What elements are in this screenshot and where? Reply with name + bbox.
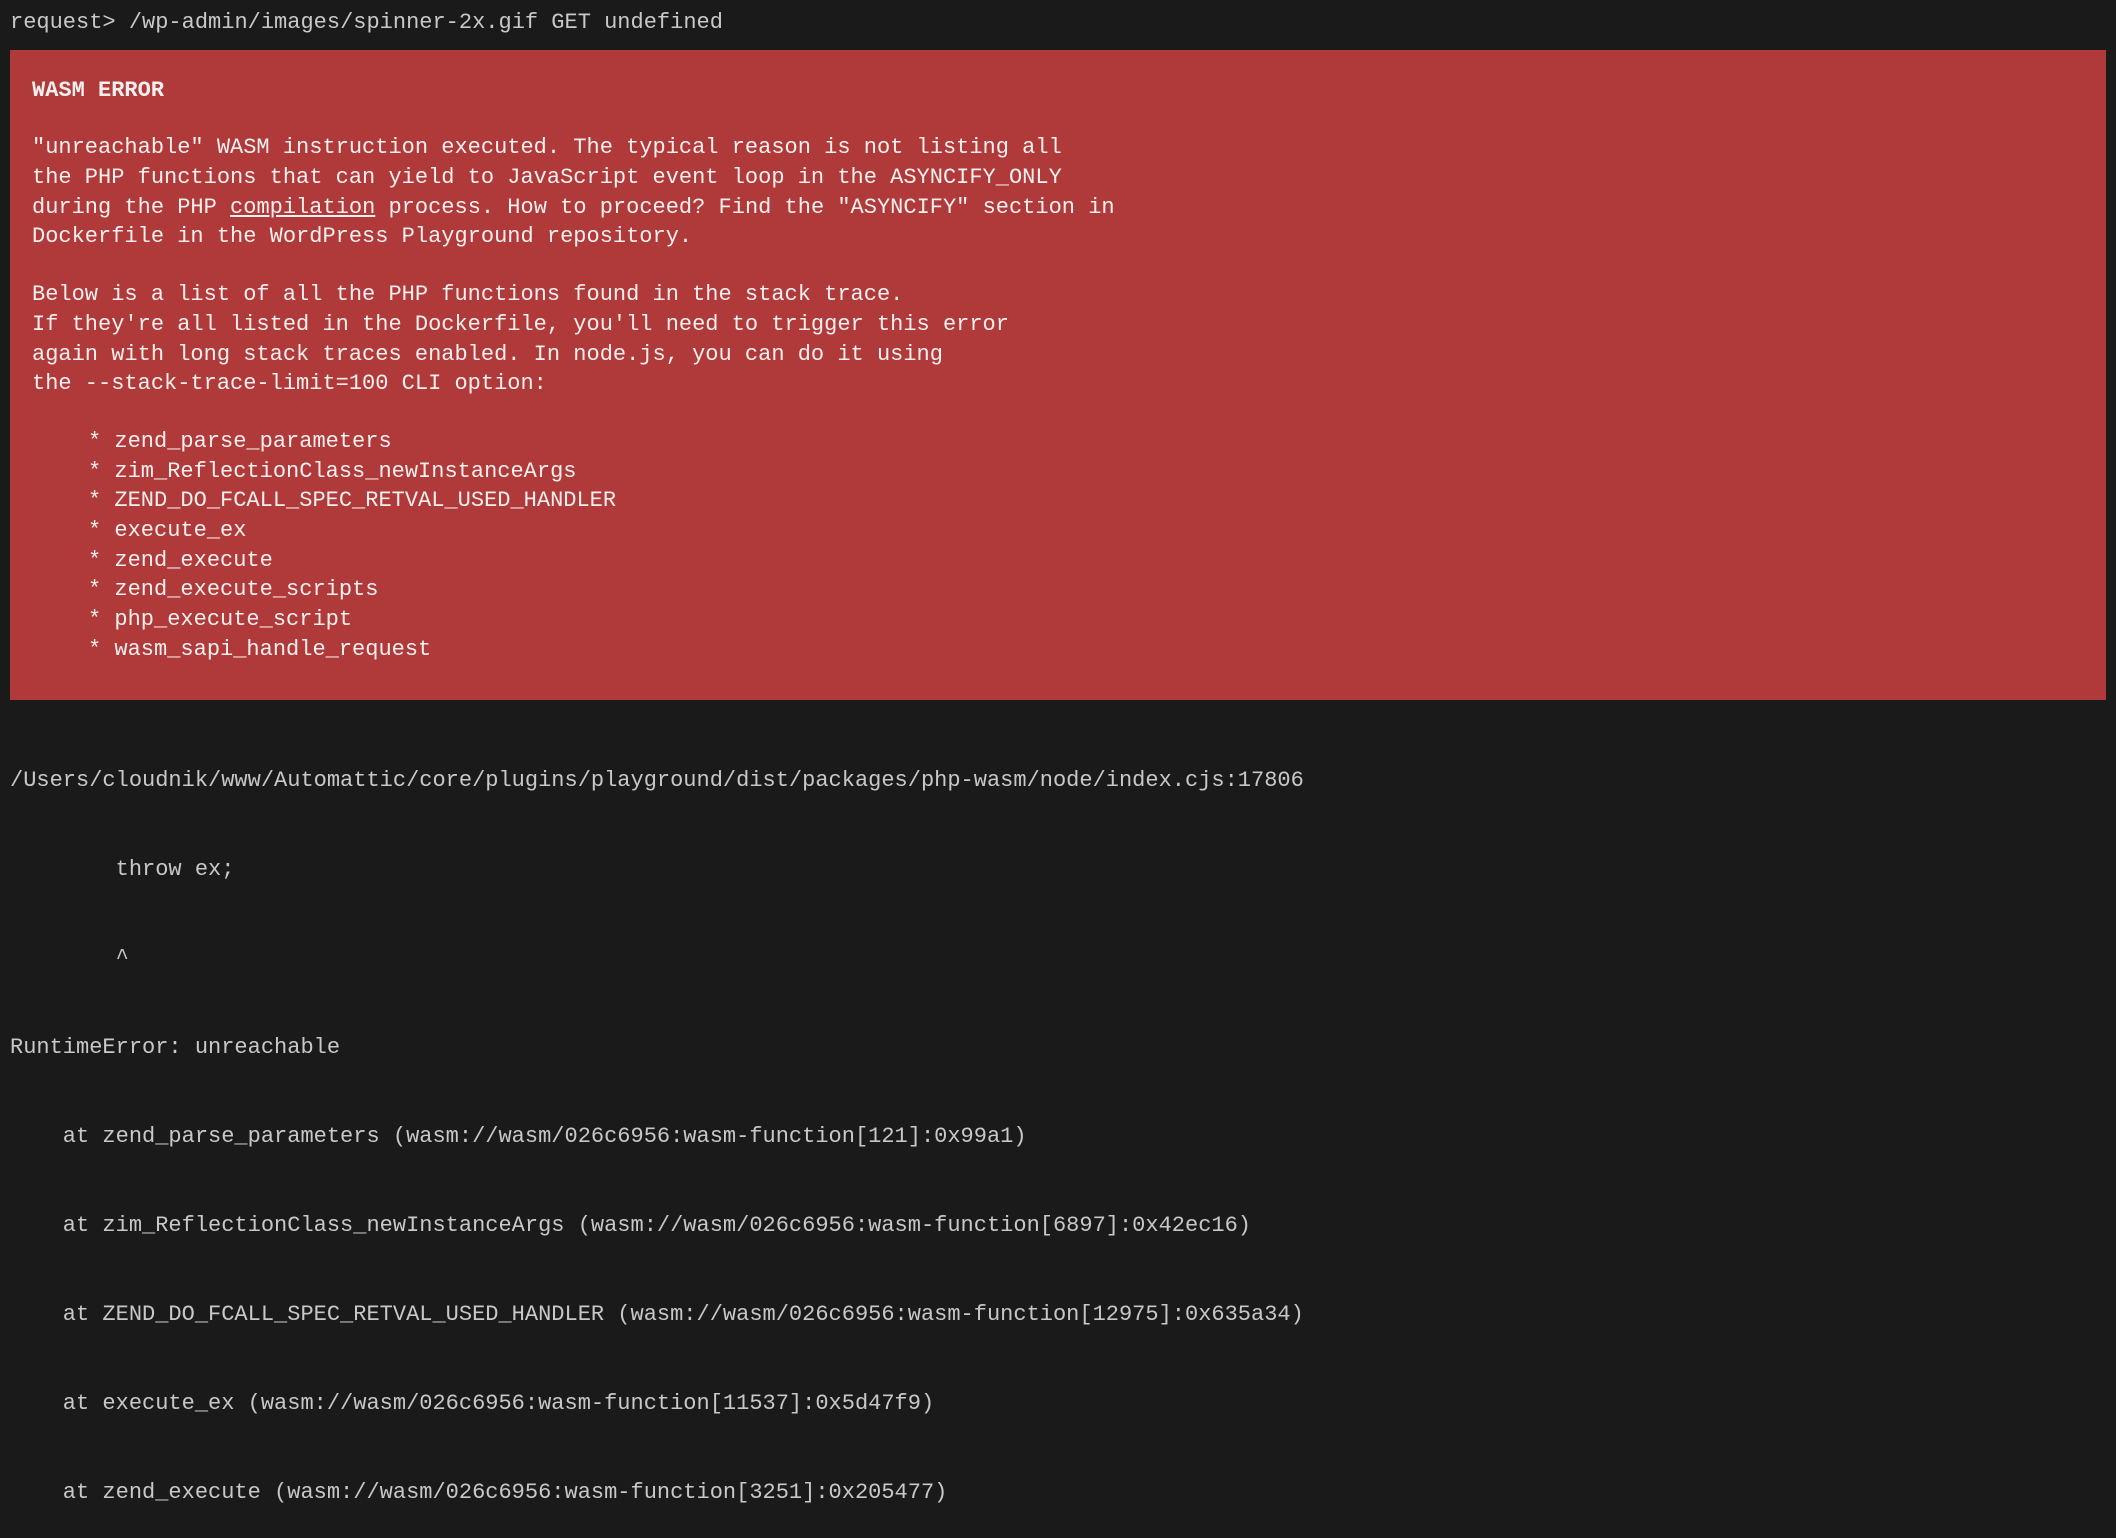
error-function-item: zend_execute_scripts [88,575,2084,605]
error-function-item: zim_ReflectionClass_newInstanceArgs [88,457,2084,487]
wasm-error-box: WASM ERROR "unreachable" WASM instructio… [10,50,2106,701]
stack-file-line: /Users/cloudnik/www/Automattic/core/plug… [10,766,2106,796]
error-functions-list: zend_parse_parameters zim_ReflectionClas… [32,427,2084,665]
error-function-item: ZEND_DO_FCALL_SPEC_RETVAL_USED_HANDLER [88,486,2084,516]
stack-throw-line: throw ex; [10,855,2106,885]
error-function-item: zend_parse_parameters [88,427,2084,457]
error-title: WASM ERROR [32,76,2084,106]
stack-frame: at zend_execute (wasm://wasm/026c6956:wa… [10,1478,2106,1508]
compilation-link[interactable]: compilation [230,195,375,220]
request-line: request> /wp-admin/images/spinner-2x.gif… [0,0,2116,50]
error-function-item: php_execute_script [88,605,2084,635]
error-paragraph-2: Below is a list of all the PHP functions… [32,280,2084,399]
stack-frame: at zend_parse_parameters (wasm://wasm/02… [10,1122,2106,1152]
stack-caret-line: ^ [10,944,2106,974]
runtime-error-line: RuntimeError: unreachable [10,1033,2106,1063]
stack-frame: at zim_ReflectionClass_newInstanceArgs (… [10,1211,2106,1241]
stack-frame: at execute_ex (wasm://wasm/026c6956:wasm… [10,1389,2106,1419]
stack-frame: at ZEND_DO_FCALL_SPEC_RETVAL_USED_HANDLE… [10,1300,2106,1330]
error-function-item: zend_execute [88,546,2084,576]
error-paragraph-1: "unreachable" WASM instruction executed.… [32,133,2084,252]
error-function-item: wasm_sapi_handle_request [88,635,2084,665]
request-prefix: request> [10,10,129,35]
request-path: /wp-admin/images/spinner-2x.gif GET unde… [129,10,723,35]
stack-trace-output: /Users/cloudnik/www/Automattic/core/plug… [0,706,2116,1537]
error-function-item: execute_ex [88,516,2084,546]
